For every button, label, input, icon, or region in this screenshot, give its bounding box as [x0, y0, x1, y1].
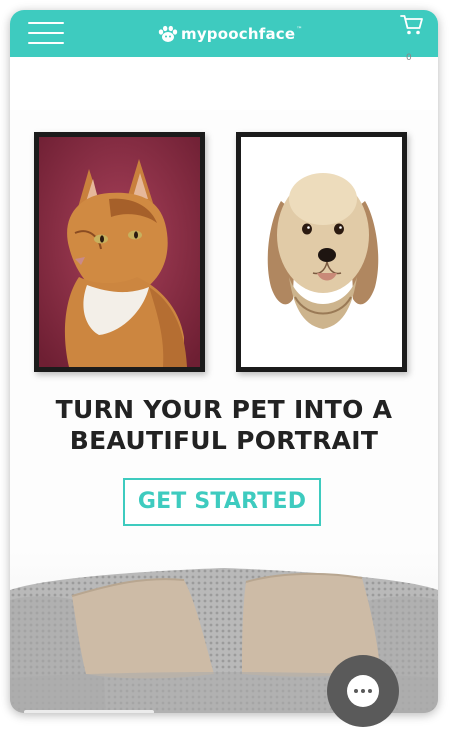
chat-bubble-icon — [347, 675, 379, 707]
menu-icon[interactable] — [28, 20, 64, 46]
hero-section: TURN YOUR PET INTO A BEAUTIFUL PORTRAIT … — [10, 110, 438, 713]
dog-portrait-frame — [236, 132, 407, 372]
top-navigation-bar: mypoochface ™ — [10, 10, 438, 57]
paw-logo-icon — [158, 25, 178, 42]
app-viewport: mypoochface ™ 0 TURN YOUR PET INTO A BEA… — [10, 10, 438, 713]
trademark-mark: ™ — [296, 25, 303, 33]
home-indicator-bar — [24, 710, 154, 713]
get-started-button[interactable]: GET STARTED — [123, 478, 321, 526]
dog-portrait — [241, 137, 402, 367]
cat-portrait-frame — [34, 132, 205, 372]
brand-logo[interactable]: mypoochface ™ — [158, 23, 302, 45]
chat-button[interactable] — [327, 655, 399, 727]
brand-name: mypoochface — [181, 25, 296, 43]
headline-line-1: TURN YOUR PET INTO A — [55, 395, 393, 424]
hero-headline: TURN YOUR PET INTO A BEAUTIFUL PORTRAIT — [10, 394, 438, 456]
cart-icon[interactable] — [400, 14, 424, 36]
headline-line-2: BEAUTIFUL PORTRAIT — [69, 426, 379, 455]
cart-count-badge: 0 — [406, 53, 412, 63]
cat-portrait — [39, 137, 200, 367]
